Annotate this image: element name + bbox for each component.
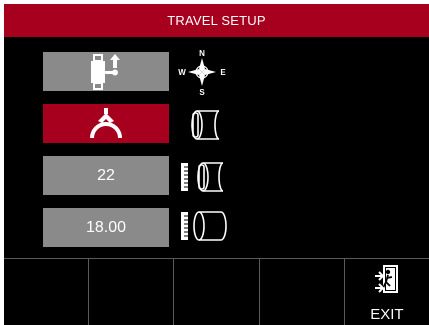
exit-icon	[374, 265, 398, 293]
page-title: TRAVEL SETUP	[167, 13, 266, 28]
softkey-2[interactable]	[89, 259, 175, 325]
ring-size-tile[interactable]: 22	[43, 156, 169, 195]
softkey-4[interactable]	[260, 259, 345, 325]
ring-size-value: 22	[97, 166, 115, 184]
exit-label: EXIT	[370, 306, 404, 323]
ruler-ring-icon	[181, 162, 224, 192]
compass-e-label: E	[220, 68, 226, 77]
exit-button[interactable]: EXIT	[345, 259, 429, 325]
title-bar: TRAVEL SETUP	[4, 4, 429, 37]
compass-s-label: S	[199, 88, 205, 96]
compass-n-label: N	[199, 49, 205, 58]
pipe-diameter-value: 18.00	[85, 218, 127, 236]
compass-icon: N S W E	[178, 49, 226, 96]
mount-style-tile[interactable]	[43, 104, 169, 143]
pipe-clamp-icon	[90, 107, 122, 138]
compass-w-label: W	[178, 68, 186, 77]
ruler-pipe-icon	[181, 211, 227, 241]
torch-up-arrow-icon	[91, 53, 120, 90]
travel-direction-tile[interactable]	[43, 52, 169, 91]
pipe-diameter-tile[interactable]: 18.00	[43, 208, 169, 247]
softkey-3[interactable]	[174, 259, 260, 325]
pipe-ring-icon	[191, 110, 220, 140]
screen: TRAVEL SETUP 22 18.00 N S W E EXIT	[4, 4, 429, 325]
softkey-1[interactable]	[4, 259, 90, 325]
softkey-bar: EXIT	[4, 259, 429, 325]
